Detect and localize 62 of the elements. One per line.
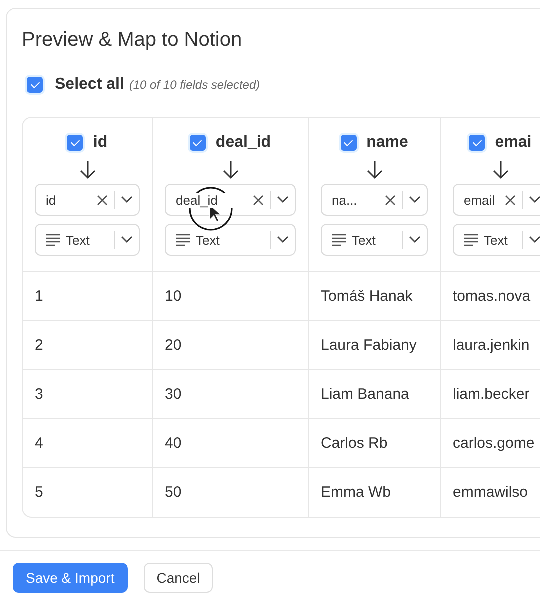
chevron-down-icon[interactable] bbox=[277, 196, 289, 204]
select-all-label[interactable]: Select all bbox=[55, 76, 124, 94]
column-header: id bbox=[93, 134, 108, 152]
text-lines-icon bbox=[46, 234, 60, 246]
table-cell: liam.becker bbox=[441, 370, 540, 419]
table-cell: Emma Wb bbox=[309, 468, 441, 517]
type-select[interactable]: Text bbox=[453, 224, 540, 256]
table-cell: 50 bbox=[153, 468, 309, 517]
table-cell: Carlos Rb bbox=[309, 419, 441, 468]
type-select[interactable]: Text bbox=[165, 224, 296, 256]
cancel-button[interactable]: Cancel bbox=[144, 563, 214, 593]
checkbox[interactable] bbox=[469, 135, 486, 151]
close-icon[interactable] bbox=[97, 194, 108, 206]
table-cell: Tomáš Hanak bbox=[309, 272, 441, 321]
arrow-down-icon bbox=[366, 160, 382, 180]
chevron-down-icon[interactable] bbox=[529, 196, 540, 204]
table-cell: Laura Fabiany bbox=[309, 321, 441, 370]
type-select[interactable]: Text bbox=[35, 224, 140, 256]
column-header: emai bbox=[495, 134, 532, 152]
checkbox[interactable] bbox=[67, 135, 84, 151]
dialog-title: Preview & Map to Notion bbox=[22, 28, 242, 53]
chevron-down-icon[interactable] bbox=[409, 236, 421, 244]
text-lines-icon bbox=[464, 234, 478, 246]
checkbox[interactable] bbox=[27, 77, 43, 93]
table-cell: tomas.nova bbox=[441, 272, 540, 321]
property-select[interactable]: deal_id bbox=[165, 184, 296, 216]
type-select[interactable]: Text bbox=[321, 224, 428, 256]
arrow-down-icon bbox=[492, 160, 508, 180]
text-lines-icon bbox=[176, 234, 190, 246]
selected-count: (10 of 10 fields selected) bbox=[129, 78, 260, 92]
table-cell: 20 bbox=[153, 321, 309, 370]
property-select[interactable]: email bbox=[453, 184, 540, 216]
chevron-down-icon[interactable] bbox=[409, 196, 421, 204]
table-cell: 5 bbox=[23, 468, 153, 517]
property-select[interactable]: na... bbox=[321, 184, 428, 216]
table-cell: emmawilso bbox=[441, 468, 540, 517]
table-cell: 40 bbox=[153, 419, 309, 468]
table-cell: carlos.gome bbox=[441, 419, 540, 468]
table-cell: 30 bbox=[153, 370, 309, 419]
arrow-down-icon bbox=[80, 160, 96, 180]
table-cell: 3 bbox=[23, 370, 153, 419]
checkbox[interactable] bbox=[340, 135, 357, 151]
close-icon[interactable] bbox=[385, 194, 396, 206]
chevron-down-icon[interactable] bbox=[121, 236, 133, 244]
column-header: deal_id bbox=[216, 134, 272, 152]
column-header: name bbox=[366, 134, 408, 152]
table-cell: 1 bbox=[23, 272, 153, 321]
close-icon[interactable] bbox=[505, 194, 516, 206]
arrow-down-icon bbox=[222, 160, 238, 180]
table-cell: Liam Banana bbox=[309, 370, 441, 419]
chevron-down-icon[interactable] bbox=[121, 196, 133, 204]
save-import-button[interactable]: Save & Import bbox=[13, 563, 128, 593]
table-cell: 4 bbox=[23, 419, 153, 468]
text-lines-icon bbox=[332, 234, 346, 246]
chevron-down-icon[interactable] bbox=[277, 236, 289, 244]
checkbox[interactable] bbox=[190, 135, 206, 151]
close-icon[interactable] bbox=[253, 194, 264, 206]
table-cell: laura.jenkin bbox=[441, 321, 540, 370]
table-cell: 2 bbox=[23, 321, 153, 370]
property-select[interactable]: id bbox=[35, 184, 140, 216]
chevron-down-icon[interactable] bbox=[529, 236, 540, 244]
table-cell: 10 bbox=[153, 272, 309, 321]
